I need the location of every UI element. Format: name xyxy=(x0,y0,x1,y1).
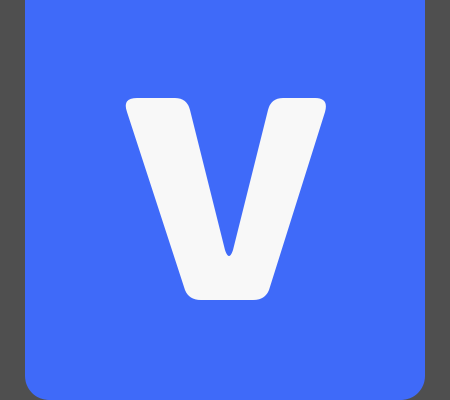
app-icon-tile xyxy=(25,0,425,400)
v-letter-logo-icon xyxy=(125,98,326,300)
v-glyph xyxy=(125,98,326,300)
